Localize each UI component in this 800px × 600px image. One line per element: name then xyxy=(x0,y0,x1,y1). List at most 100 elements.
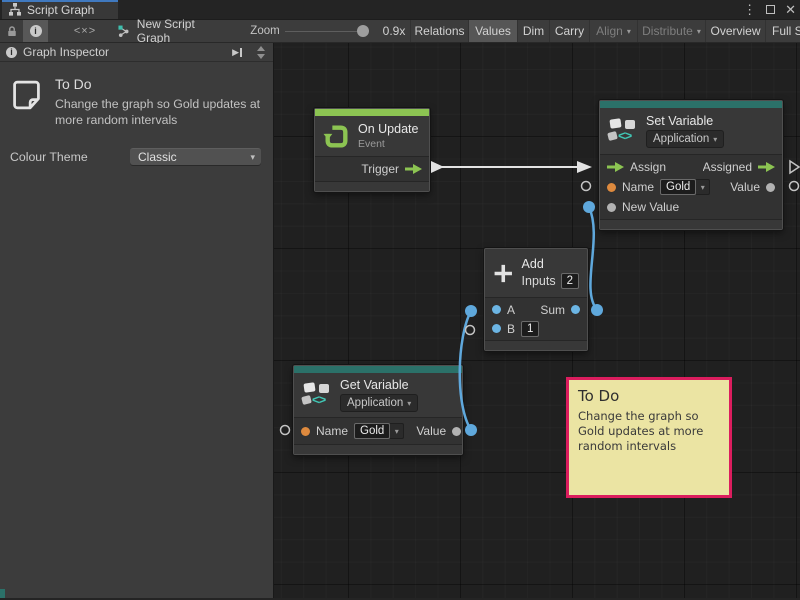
lock-button[interactable] xyxy=(2,20,21,42)
info-icon: i xyxy=(6,47,17,58)
zoom-value: 0.9x xyxy=(380,20,408,42)
zoom-slider-thumb[interactable] xyxy=(357,25,369,37)
assigned-output-port[interactable] xyxy=(758,162,775,172)
chevron-down-icon: ▾ xyxy=(627,27,631,36)
toolbar-button-dim[interactable]: Dim xyxy=(517,20,549,42)
colour-theme-select[interactable]: Classic ▾ xyxy=(130,148,261,165)
graph-summary-title: To Do xyxy=(55,76,263,92)
graph-summary-body: Change the graph so Gold updates at more… xyxy=(55,97,263,129)
scroll-spinner[interactable] xyxy=(254,44,267,61)
variable-scope-dropdown[interactable]: Application ▾ xyxy=(340,394,418,412)
script-graph-icon xyxy=(8,3,22,16)
info-icon: i xyxy=(30,25,42,37)
variable-scope-value: Application xyxy=(347,397,403,409)
chevron-down-icon: ▾ xyxy=(696,179,710,195)
inputs-count-field[interactable]: 2 xyxy=(561,273,579,289)
node-color-bar xyxy=(315,109,429,116)
toolbar-button-overview[interactable]: Overview xyxy=(705,20,765,42)
inputs-label: Inputs xyxy=(522,274,556,288)
chevron-down-icon: ▾ xyxy=(407,399,411,408)
zoom-slider[interactable] xyxy=(285,20,369,42)
port-label-b: B xyxy=(507,322,515,336)
toolbar-button-full-screen[interactable]: Full S xyxy=(765,20,800,42)
new-value-input-port[interactable] xyxy=(607,203,616,212)
a-input-port[interactable] xyxy=(492,305,501,314)
node-subtitle: Event xyxy=(358,138,418,150)
port-label-sum: Sum xyxy=(540,303,565,317)
sticky-note-title: To Do xyxy=(578,387,720,405)
chevron-down-icon: ▾ xyxy=(390,423,404,439)
button-label: Full S xyxy=(772,24,800,38)
resize-grip[interactable] xyxy=(0,589,5,598)
variable-scope-dropdown[interactable]: Application ▾ xyxy=(646,130,724,148)
expand-panel-icon[interactable]: ▶ xyxy=(232,47,242,58)
value-output-port[interactable] xyxy=(452,427,461,436)
port-label-name: Name xyxy=(622,180,654,194)
wire-endpoint-dot[interactable] xyxy=(583,201,595,213)
plus-icon xyxy=(493,260,514,287)
node-title: Set Variable xyxy=(646,114,724,128)
graph-inspector-header[interactable]: i Graph Inspector ▶ xyxy=(0,43,273,62)
tab-script-graph[interactable]: Script Graph xyxy=(2,0,118,19)
button-label: Dim xyxy=(523,24,544,38)
variable-name-dropdown[interactable]: Gold ▾ xyxy=(354,423,404,439)
variable-scope-value: Application xyxy=(653,133,709,145)
spinner-down-icon[interactable] xyxy=(257,54,265,59)
kebab-menu-icon[interactable]: ⋮ xyxy=(743,0,756,19)
variable-name-dropdown[interactable]: Gold ▾ xyxy=(660,179,710,195)
name-input-port[interactable] xyxy=(607,183,616,192)
tab-label: Script Graph xyxy=(27,2,94,17)
flow-wire-start-arrow[interactable] xyxy=(431,161,444,173)
node-title: Get Variable xyxy=(340,378,418,392)
node-set-variable[interactable]: <> Set Variable Application ▾ xyxy=(599,100,783,230)
toolbar-button-align[interactable]: Align ▾ xyxy=(589,20,637,42)
chevron-down-icon: ▾ xyxy=(713,135,717,144)
value-wire-add-to-set[interactable] xyxy=(589,207,597,310)
node-footer xyxy=(600,220,782,229)
zoom-label: Zoom xyxy=(248,20,282,42)
sticky-note-body: Change the graph so Gold updates at more… xyxy=(578,409,720,454)
node-on-update[interactable]: On Update Event Trigger xyxy=(314,108,430,192)
chevron-down-icon: ▾ xyxy=(697,27,701,36)
chevron-down-icon: ▾ xyxy=(250,152,255,163)
maximize-icon[interactable] xyxy=(766,5,775,14)
b-value-field[interactable]: 1 xyxy=(521,321,539,337)
graph-inspector-toggle-button[interactable]: i xyxy=(23,20,48,42)
new-script-graph-button[interactable]: New Script Graph xyxy=(118,20,230,42)
toolbar-button-values[interactable]: Values xyxy=(468,20,517,42)
unity-visual-scripting-window: Script Graph ⋮ ✕ i <×> xyxy=(0,0,800,600)
assign-input-port[interactable] xyxy=(607,162,624,172)
toolbar-button-carry[interactable]: Carry xyxy=(549,20,589,42)
sticky-note[interactable]: To Do Change the graph so Gold updates a… xyxy=(566,377,732,498)
port-label-trigger: Trigger xyxy=(361,162,399,176)
port-label-value: Value xyxy=(416,424,446,438)
toolbar-button-distribute[interactable]: Distribute ▾ xyxy=(637,20,705,42)
toolbar-button-relations[interactable]: Relations xyxy=(410,20,468,42)
wire-endpoint-dot[interactable] xyxy=(465,424,477,436)
wire-endpoint-dot[interactable] xyxy=(465,305,477,317)
value-output-port[interactable] xyxy=(766,183,775,192)
name-input-port[interactable] xyxy=(301,427,310,436)
code-view-button[interactable]: <×> xyxy=(62,20,108,42)
spinner-up-icon[interactable] xyxy=(257,46,265,51)
button-label: Carry xyxy=(555,24,584,38)
unconnected-port-ring xyxy=(466,326,475,335)
node-footer xyxy=(315,182,429,191)
wire-endpoint-dot[interactable] xyxy=(591,304,603,316)
graph-canvas[interactable]: On Update Event Trigger xyxy=(274,43,800,598)
node-footer xyxy=(294,445,462,454)
button-label: Distribute xyxy=(642,24,693,38)
b-input-port[interactable] xyxy=(492,324,501,333)
lock-icon xyxy=(6,25,18,38)
colour-theme-value: Classic xyxy=(138,150,177,164)
node-footer xyxy=(485,341,587,350)
trigger-output-port[interactable] xyxy=(405,164,422,174)
flow-wire-end-arrow[interactable] xyxy=(577,161,592,173)
sum-output-port[interactable] xyxy=(571,305,580,314)
on-update-loop-icon xyxy=(323,123,350,150)
node-add[interactable]: Add Inputs 2 A Sum xyxy=(484,248,588,351)
new-script-graph-icon xyxy=(118,25,131,38)
node-color-bar xyxy=(600,101,782,108)
close-icon[interactable]: ✕ xyxy=(785,0,796,19)
node-get-variable[interactable]: <> Get Variable Application ▾ Name xyxy=(293,365,463,455)
